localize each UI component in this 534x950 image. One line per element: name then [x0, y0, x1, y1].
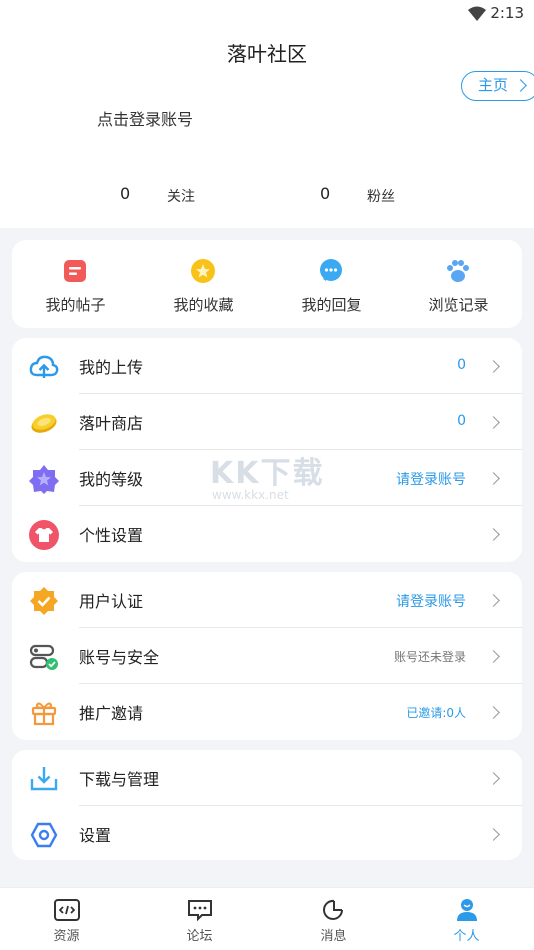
verification-status: 请登录账号 — [396, 594, 466, 610]
fans-label[interactable]: 粉丝 — [367, 186, 395, 206]
watermark-url: www.kkx.net — [212, 488, 289, 502]
status-time: 2:13 — [490, 4, 524, 22]
download-icon — [30, 767, 58, 791]
watermark: KK下载 www.kkx.net — [210, 448, 330, 508]
chat-icon — [188, 900, 212, 922]
chevron-right-icon — [487, 528, 500, 541]
menu-item-invite[interactable]: 推广邀请 已邀请:0人 — [12, 684, 522, 740]
home-button-label: 主页 — [478, 76, 509, 94]
tab-messages[interactable]: 消息 — [267, 888, 400, 950]
tab-forum[interactable]: 论坛 — [133, 888, 266, 950]
chevron-right-icon — [487, 828, 500, 841]
chevron-right-icon — [487, 594, 500, 607]
menu-item-label: 我的等级 — [79, 470, 144, 489]
menu-item-label: 设置 — [79, 826, 112, 845]
chevron-right-icon — [487, 772, 500, 785]
menu-item-verification[interactable]: 用户认证 请登录账号 — [12, 572, 522, 628]
code-icon — [54, 899, 80, 921]
menu-item-settings[interactable]: 设置 — [12, 806, 522, 862]
menu-group-3: 下载与管理 设置 — [12, 750, 522, 860]
message-icon — [323, 899, 343, 920]
upload-count: 0 — [457, 357, 466, 373]
menu-group-2: 用户认证 请登录账号 账号与安全 账号还未登录 推广邀请 已邀请:0人 — [12, 572, 522, 740]
cloud-upload-icon — [29, 355, 59, 378]
coin-icon — [31, 414, 57, 433]
quick-action-history[interactable]: 浏览记录 — [395, 240, 522, 328]
following-label[interactable]: 关注 — [167, 186, 195, 206]
quick-action-label: 我的回复 — [301, 296, 362, 314]
quick-action-label: 浏览记录 — [428, 296, 489, 314]
quick-action-label: 我的帖子 — [45, 296, 106, 314]
account-security-icon — [29, 644, 58, 670]
account-status: 账号还未登录 — [393, 650, 466, 664]
settings-hexagon-icon — [30, 822, 58, 848]
tab-label: 消息 — [320, 929, 347, 944]
verified-badge-icon — [30, 587, 58, 615]
chevron-right-icon — [487, 416, 500, 429]
paw-icon — [447, 260, 469, 282]
tab-resources[interactable]: 资源 — [0, 888, 133, 950]
wifi-icon — [468, 6, 486, 21]
tab-label: 论坛 — [186, 929, 213, 944]
invite-count: 已邀请:0人 — [406, 706, 466, 720]
quick-action-my-posts[interactable]: 我的帖子 — [12, 240, 139, 328]
level-status: 请登录账号 — [396, 472, 466, 488]
tab-label: 资源 — [53, 929, 80, 944]
star-icon — [191, 259, 215, 283]
tab-profile[interactable]: 个人 — [400, 888, 533, 950]
quick-actions-card: 我的帖子 我的收藏 我的回复 浏览记录 — [12, 240, 522, 328]
menu-item-label: 我的上传 — [79, 358, 144, 377]
bottom-tab-bar: 资源 论坛 消息 个人 — [0, 887, 534, 950]
chevron-right-icon — [487, 650, 500, 663]
fans-count[interactable]: 0 — [320, 184, 330, 203]
menu-item-account-security[interactable]: 账号与安全 账号还未登录 — [12, 628, 522, 684]
profile-header: 落叶社区 主页 点击登录账号 0 关注 0 粉丝 — [0, 28, 534, 228]
store-count: 0 — [457, 413, 466, 429]
level-star-icon — [29, 465, 59, 494]
home-button[interactable]: 主页 — [461, 71, 534, 101]
posts-icon — [64, 260, 86, 282]
status-bar: 2:13 — [0, 0, 534, 28]
reply-icon — [320, 259, 342, 281]
watermark-logo: KK下载 — [210, 456, 325, 491]
menu-item-downloads[interactable]: 下载与管理 — [12, 750, 522, 806]
chevron-right-icon — [487, 706, 500, 719]
page-title: 落叶社区 — [227, 42, 307, 66]
menu-item-label: 账号与安全 — [79, 648, 160, 667]
menu-item-store[interactable]: 落叶商店 0 — [12, 394, 522, 450]
menu-item-label: 个性设置 — [79, 526, 144, 545]
quick-action-label: 我的收藏 — [173, 296, 234, 314]
gift-icon — [31, 702, 57, 726]
menu-item-label: 推广邀请 — [79, 704, 144, 723]
menu-item-label: 落叶商店 — [79, 414, 144, 433]
following-count[interactable]: 0 — [120, 184, 130, 203]
person-icon — [457, 899, 477, 921]
tab-label: 个人 — [453, 929, 480, 944]
menu-item-my-uploads[interactable]: 我的上传 0 — [12, 338, 522, 394]
login-prompt[interactable]: 点击登录账号 — [97, 106, 193, 130]
menu-item-label: 下载与管理 — [79, 770, 160, 789]
quick-action-replies[interactable]: 我的回复 — [268, 240, 395, 328]
menu-item-label: 用户认证 — [79, 592, 144, 611]
chevron-right-icon — [487, 472, 500, 485]
menu-item-personalization[interactable]: 个性设置 — [12, 506, 522, 562]
chevron-right-icon — [487, 360, 500, 373]
tshirt-icon — [29, 520, 59, 550]
quick-action-favorites[interactable]: 我的收藏 — [140, 240, 267, 328]
chevron-right-icon — [514, 79, 527, 92]
